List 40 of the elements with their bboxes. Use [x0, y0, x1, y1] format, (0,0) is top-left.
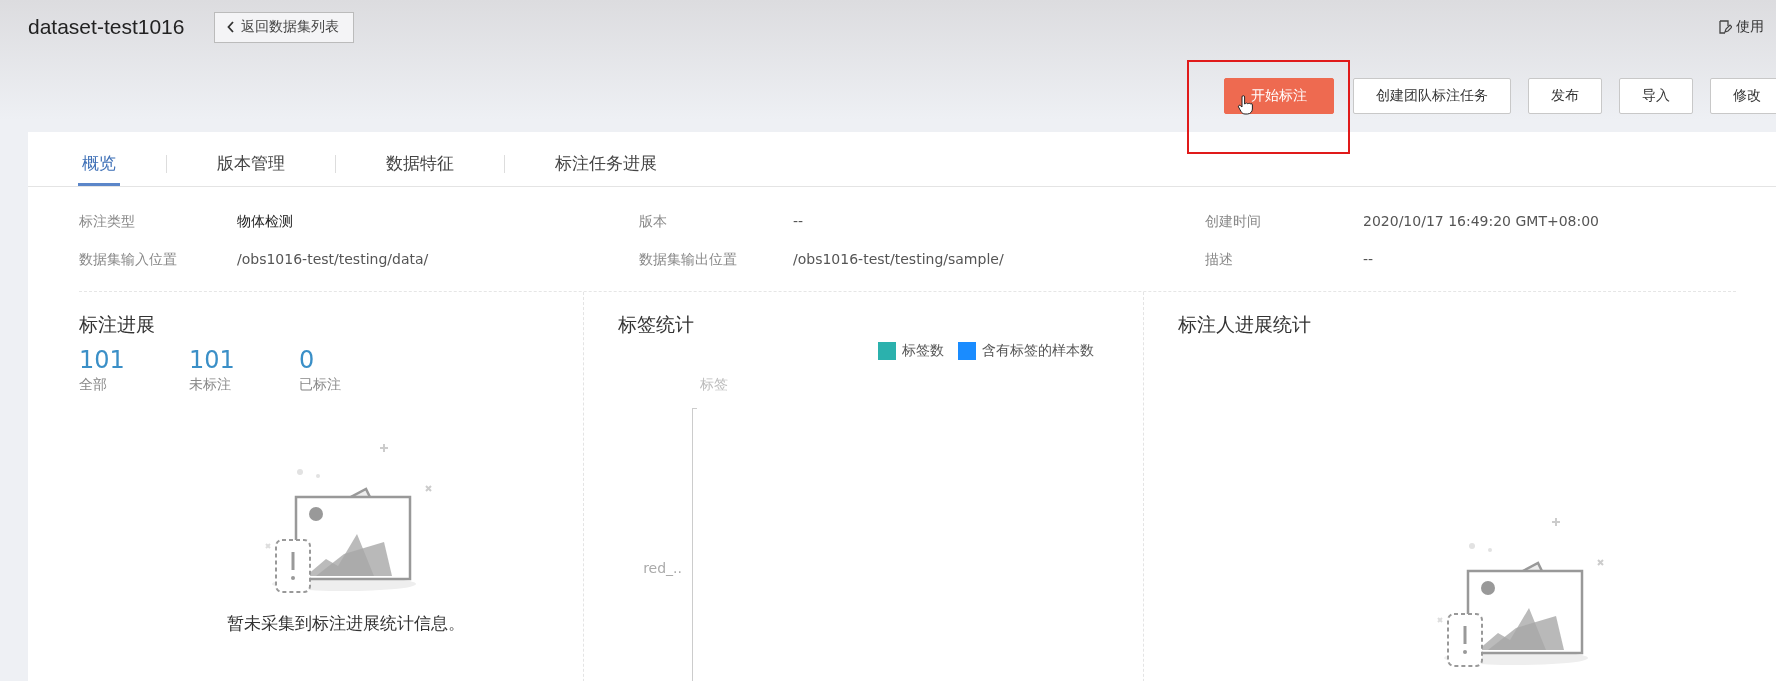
stat-label: 已标注 — [299, 376, 342, 394]
tab[interactable]: 概览 — [78, 146, 120, 186]
action-button[interactable]: 导入 — [1619, 78, 1693, 114]
action-button[interactable]: 发布 — [1528, 78, 1602, 114]
category-label: red_.. — [642, 560, 683, 576]
tab[interactable]: 数据特征 — [382, 146, 458, 186]
field-label: 描述 — [1205, 251, 1234, 269]
field-label: 数据集输出位置 — [639, 251, 738, 269]
stat-value: 101 — [79, 346, 126, 374]
legend-label: 标签数 — [902, 342, 944, 360]
stat-label: 未标注 — [189, 376, 232, 394]
action-button[interactable]: 修改 — [1710, 78, 1776, 114]
tab[interactable]: 标注任务进展 — [551, 146, 661, 186]
field-value: /obs1016-test/testing/data/ — [237, 251, 430, 269]
axis-label: 标签 — [700, 376, 729, 394]
section-title: 标注进展 — [79, 312, 156, 337]
field-value: -- — [793, 213, 805, 231]
chevron-left-icon — [227, 21, 236, 33]
stat-value: 0 — [299, 346, 316, 374]
section-title: 标注人进展统计 — [1178, 312, 1312, 337]
edit-document-icon — [1718, 20, 1732, 34]
field-label: 标注类型 — [79, 213, 136, 231]
field-value: /obs1016-test/testing/sample/ — [793, 251, 1005, 269]
field-value: -- — [1363, 251, 1375, 269]
field-value: 2020/10/17 16:49:20 GMT+08:00 — [1363, 213, 1601, 231]
legend-label: 含有标签的样本数 — [982, 342, 1094, 360]
hand-cursor-icon — [1237, 95, 1253, 115]
page-title: dataset-test1016 — [28, 15, 185, 39]
action-button[interactable]: 创建团队标注任务 — [1353, 78, 1511, 114]
stat-label: 全部 — [79, 376, 108, 394]
field-label: 数据集输入位置 — [79, 251, 178, 269]
back-button[interactable]: 返回数据集列表 — [214, 11, 355, 43]
help-link[interactable]: 使用 — [1718, 18, 1764, 36]
stat-value: 101 — [189, 346, 236, 374]
field-label: 创建时间 — [1205, 213, 1262, 231]
tab[interactable]: 版本管理 — [213, 146, 289, 186]
field-value: 物体检测 — [237, 213, 294, 231]
empty-message: 暂未采集到标注进展统计信息。 — [227, 612, 465, 635]
field-label: 版本 — [639, 213, 668, 231]
section-title: 标签统计 — [618, 312, 695, 337]
